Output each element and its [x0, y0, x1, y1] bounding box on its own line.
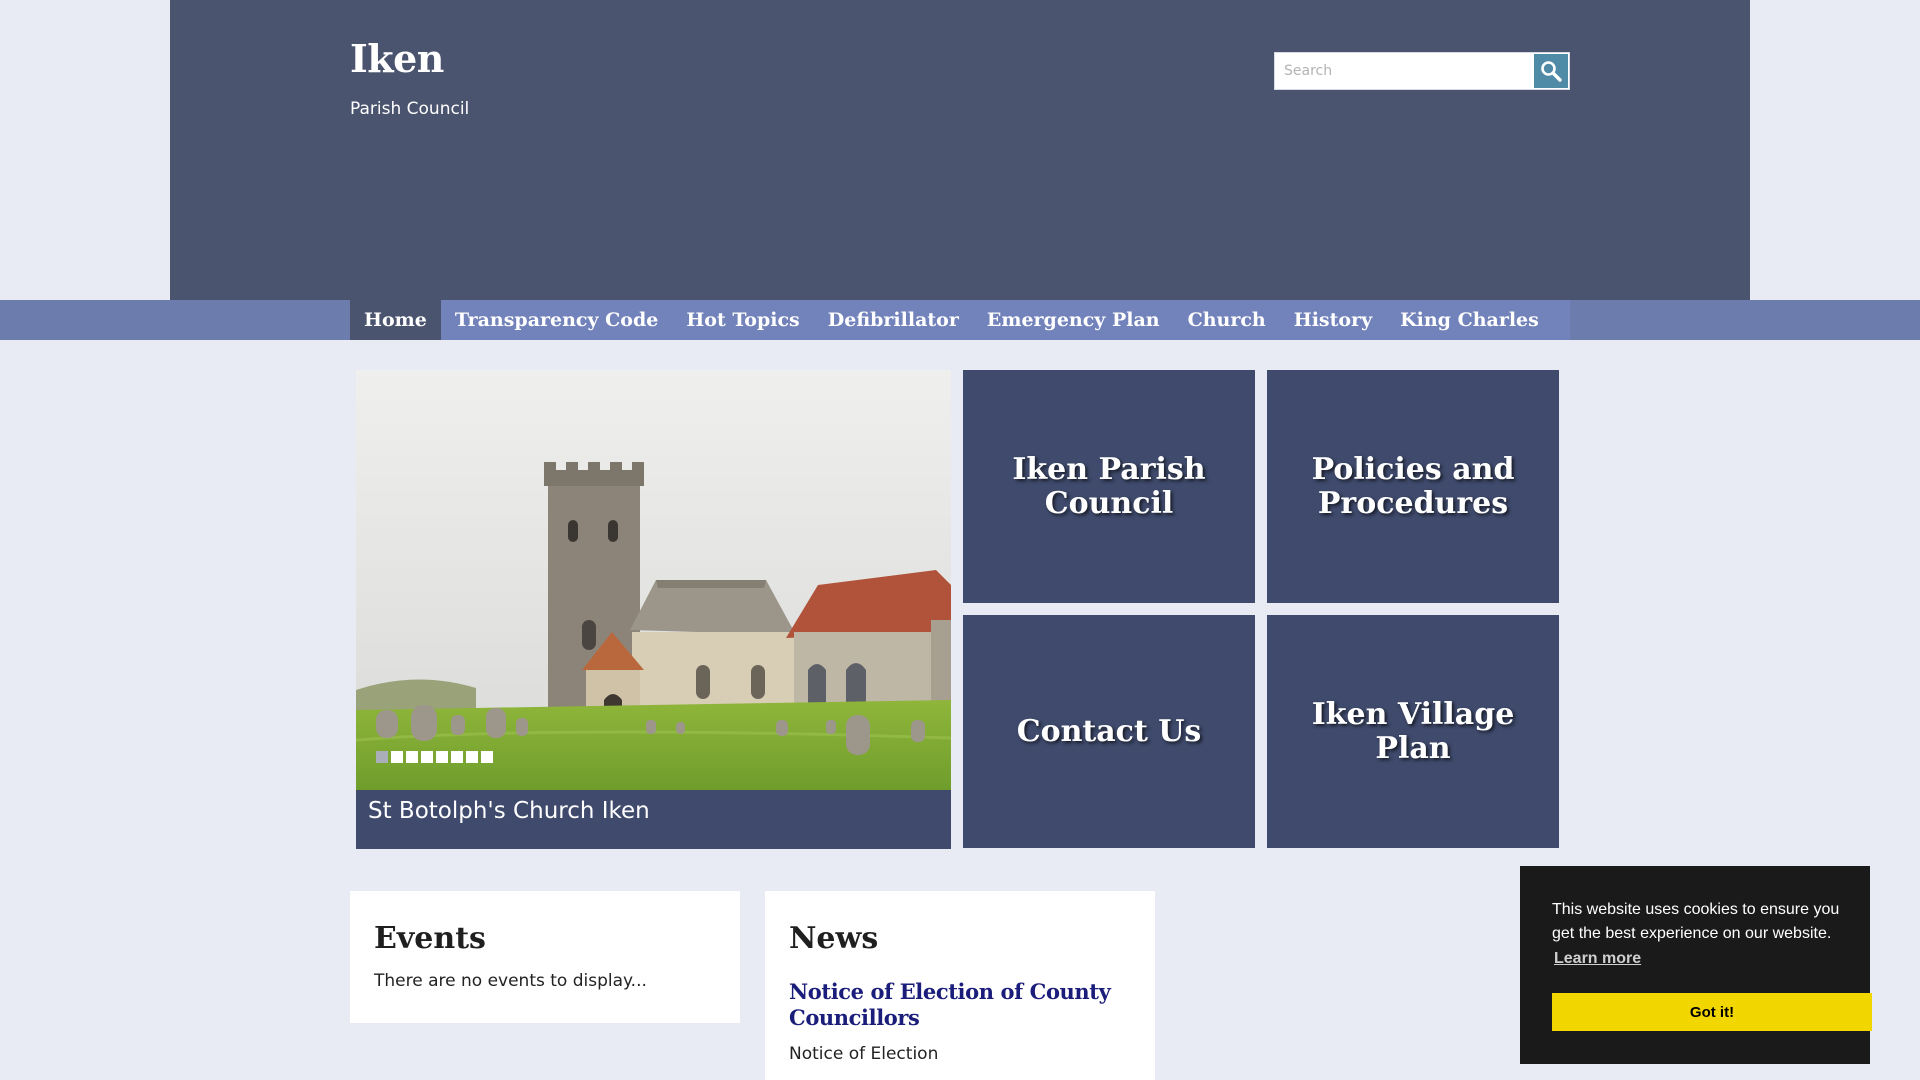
- slide-dot[interactable]: [406, 751, 418, 763]
- tile-label: Iken Parish Council: [1012, 451, 1206, 521]
- cookie-message: This website uses cookies to ensure you …: [1552, 901, 1840, 942]
- magnifier-icon: [1541, 61, 1562, 82]
- news-card: News Notice of Election of County Counci…: [765, 891, 1155, 1080]
- slide-dot[interactable]: [466, 751, 478, 763]
- cookie-banner: This website uses cookies to ensure you …: [1520, 866, 1872, 1064]
- slide-dot[interactable]: [451, 751, 463, 763]
- slide-dot[interactable]: [481, 751, 493, 763]
- search-button[interactable]: [1534, 54, 1568, 88]
- events-empty-text: There are no events to display...: [374, 971, 647, 991]
- nav-item-home[interactable]: Home: [350, 300, 441, 340]
- slide-dot[interactable]: [436, 751, 448, 763]
- nav-item-transparency-code[interactable]: Transparency Code: [441, 300, 673, 340]
- nav-item-history[interactable]: History: [1280, 300, 1386, 340]
- tile-policies-and-procedures[interactable]: Policies and Procedures: [1267, 370, 1559, 603]
- slide-dot[interactable]: [421, 751, 433, 763]
- slide-dot[interactable]: [376, 751, 388, 763]
- news-heading: News: [789, 921, 879, 956]
- slideshow: St Botolph's Church Iken: [356, 370, 951, 849]
- tile-iken-village-plan[interactable]: Iken Village Plan: [1267, 615, 1559, 848]
- tile-iken-parish-council[interactable]: Iken Parish Council: [963, 370, 1255, 603]
- search-form: [1274, 52, 1570, 90]
- main-nav: Home Transparency Code Hot Topics Defibr…: [350, 300, 1570, 340]
- events-card: Events There are no events to display...: [350, 891, 740, 1023]
- tile-label: Contact Us: [1016, 713, 1202, 749]
- nav-item-emergency-plan[interactable]: Emergency Plan: [973, 300, 1174, 340]
- news-item-title-link[interactable]: Notice of Election of County Councillors: [789, 979, 1129, 1031]
- church-photo[interactable]: [356, 370, 951, 790]
- nav-item-hot-topics[interactable]: Hot Topics: [672, 300, 813, 340]
- site-title[interactable]: Iken: [350, 36, 444, 81]
- slide-caption: St Botolph's Church Iken: [368, 798, 650, 824]
- cookie-accept-button[interactable]: Got it!: [1552, 993, 1872, 1031]
- news-item-summary: Notice of Election: [789, 1044, 939, 1064]
- tile-label: Iken Village Plan: [1311, 696, 1515, 766]
- slide-pager: [376, 751, 493, 763]
- cookie-learn-more-link[interactable]: Learn more: [1554, 950, 1641, 968]
- search-input[interactable]: [1275, 53, 1531, 89]
- nav-item-church[interactable]: Church: [1174, 300, 1280, 340]
- tile-contact-us[interactable]: Contact Us: [963, 615, 1255, 848]
- events-heading: Events: [374, 921, 486, 956]
- slide-dot[interactable]: [391, 751, 403, 763]
- nav-item-defibrillator[interactable]: Defibrillator: [814, 300, 973, 340]
- site-subtitle: Parish Council: [350, 99, 470, 119]
- tile-label: Policies and Procedures: [1311, 451, 1515, 521]
- nav-item-king-charles[interactable]: King Charles: [1386, 300, 1553, 340]
